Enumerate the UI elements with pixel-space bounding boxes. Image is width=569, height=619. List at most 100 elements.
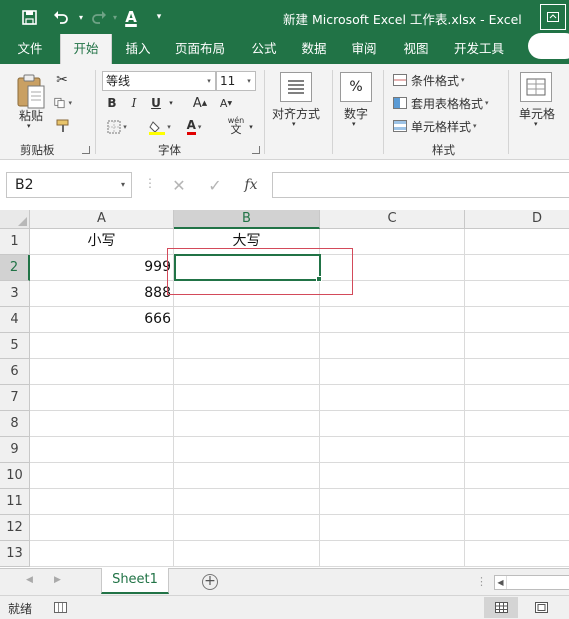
undo-icon[interactable] [50,6,72,28]
row-header-8[interactable]: 8 [0,411,30,437]
confirm-entry-icon[interactable]: ✓ [202,172,228,198]
cell-a4[interactable]: 666 [30,307,174,333]
clipboard-launcher-icon[interactable] [82,146,90,154]
cell-styles-button[interactable]: 单元格样式 ▾ [393,116,477,136]
grid-cell[interactable] [320,489,465,515]
grid-cell[interactable] [465,255,569,281]
grid-cell[interactable] [465,333,569,359]
italic-button[interactable]: I [126,94,142,112]
grid-cell[interactable] [30,515,174,541]
name-box-dropdown-icon[interactable]: ▾ [121,173,125,197]
grid-cell[interactable] [174,385,320,411]
font-name-select[interactable]: 等线 ▾ [102,71,216,91]
font-color-icon[interactable]: A [120,6,142,28]
column-header-d[interactable]: D [465,210,569,229]
grid-cell[interactable] [465,515,569,541]
grid-cell[interactable] [30,463,174,489]
grid-cell[interactable] [174,489,320,515]
row-header-6[interactable]: 6 [0,359,30,385]
grid-cell[interactable] [465,463,569,489]
formula-input[interactable] [272,172,569,198]
insert-function-icon[interactable]: fx [238,172,264,198]
grid-cell[interactable] [320,411,465,437]
row-header-11[interactable]: 11 [0,489,30,515]
scroll-left-icon[interactable]: ◀ [495,576,507,589]
grid-cell[interactable] [465,229,569,255]
tab-formulas[interactable]: 公式 [242,34,286,64]
grid-cell[interactable] [30,411,174,437]
cells-dropdown-icon[interactable]: ▾ [534,120,538,128]
cell-a1[interactable]: 小写 [30,229,174,255]
phonetic-dropdown-icon[interactable]: ▾ [246,118,256,136]
row-header-12[interactable]: 12 [0,515,30,541]
grid-cell[interactable] [320,359,465,385]
customize-qat-icon[interactable]: ▾ [148,6,170,28]
row-header-4[interactable]: 4 [0,307,30,333]
worksheet-grid[interactable]: A B C D 小写 大写 999 888 666 1 2 3 4 5 6 7 8 9 10 11 1… [0,210,569,568]
number-button[interactable]: 数字 [338,105,374,122]
tab-data[interactable]: 数据 [292,34,336,64]
cancel-entry-icon[interactable]: ✕ [166,172,192,198]
grid-cell[interactable] [174,463,320,489]
grow-font-button[interactable]: A ▲ [192,94,208,112]
cut-icon[interactable]: ✂ [54,72,70,88]
alignment-icon[interactable] [280,72,312,102]
grid-cell[interactable] [465,385,569,411]
column-header-b[interactable]: B [174,210,320,229]
grid-cell[interactable] [320,333,465,359]
underline-button[interactable]: U [148,94,164,112]
grid-cell[interactable] [320,463,465,489]
normal-view-button[interactable] [484,597,518,618]
name-box[interactable]: B2 ▾ [6,172,132,198]
grid-cell[interactable] [174,333,320,359]
format-as-table-button[interactable]: 套用表格格式 ▾ [393,93,489,113]
tab-view[interactable]: 视图 [394,34,438,64]
grid-cell[interactable] [174,307,320,333]
grid-cell[interactable] [465,281,569,307]
cells-icon[interactable] [520,72,552,102]
active-cell-b2[interactable] [174,254,321,281]
row-header-5[interactable]: 5 [0,333,30,359]
borders-button[interactable]: ▾ [104,118,130,136]
paste-button[interactable]: 粘贴 [16,107,46,124]
row-header-1[interactable]: 1 [0,229,30,255]
paste-dropdown-icon[interactable]: ▾ [27,122,31,130]
account-area[interactable] [528,33,569,59]
column-header-c[interactable]: C [320,210,465,229]
grid-cell[interactable] [320,437,465,463]
grid-cell[interactable] [174,411,320,437]
alignment-dropdown-icon[interactable]: ▾ [292,120,296,128]
grid-cell[interactable] [174,437,320,463]
grid-cell[interactable] [30,541,174,567]
number-format-icon[interactable]: % [340,72,372,102]
format-painter-icon[interactable] [54,118,72,134]
macro-record-icon[interactable] [54,602,67,613]
grid-cell[interactable] [465,359,569,385]
grid-cell[interactable] [320,515,465,541]
grid-cell[interactable] [30,489,174,515]
grid-cell[interactable] [465,489,569,515]
cell-a3[interactable]: 888 [30,281,174,307]
tab-splitter-icon[interactable]: ⋮ [476,575,487,588]
grid-cell[interactable] [320,307,465,333]
grid-cell[interactable] [465,411,569,437]
conditional-formatting-button[interactable]: 条件格式 ▾ [393,70,465,90]
fill-color-button[interactable]: ▾ [146,118,174,136]
row-header-3[interactable]: 3 [0,281,30,307]
tab-file[interactable]: 文件 [6,34,54,64]
row-header-10[interactable]: 10 [0,463,30,489]
grid-cell[interactable] [30,437,174,463]
grid-cell[interactable] [174,515,320,541]
page-layout-view-button[interactable] [524,597,558,618]
grid-cell[interactable] [30,333,174,359]
horizontal-scrollbar[interactable]: ◀ [494,575,569,590]
formula-bar-splitter-icon[interactable]: ⋮ [144,176,156,190]
row-header-2[interactable]: 2 [0,255,30,281]
tab-insert[interactable]: 插入 [116,34,160,64]
sheet-nav-right-icon[interactable]: ▶ [54,575,61,585]
tab-review[interactable]: 审阅 [342,34,386,64]
add-sheet-icon[interactable]: + [202,574,218,590]
select-all-button[interactable] [0,210,30,229]
save-icon[interactable] [18,6,40,28]
bold-button[interactable]: B [104,94,120,112]
